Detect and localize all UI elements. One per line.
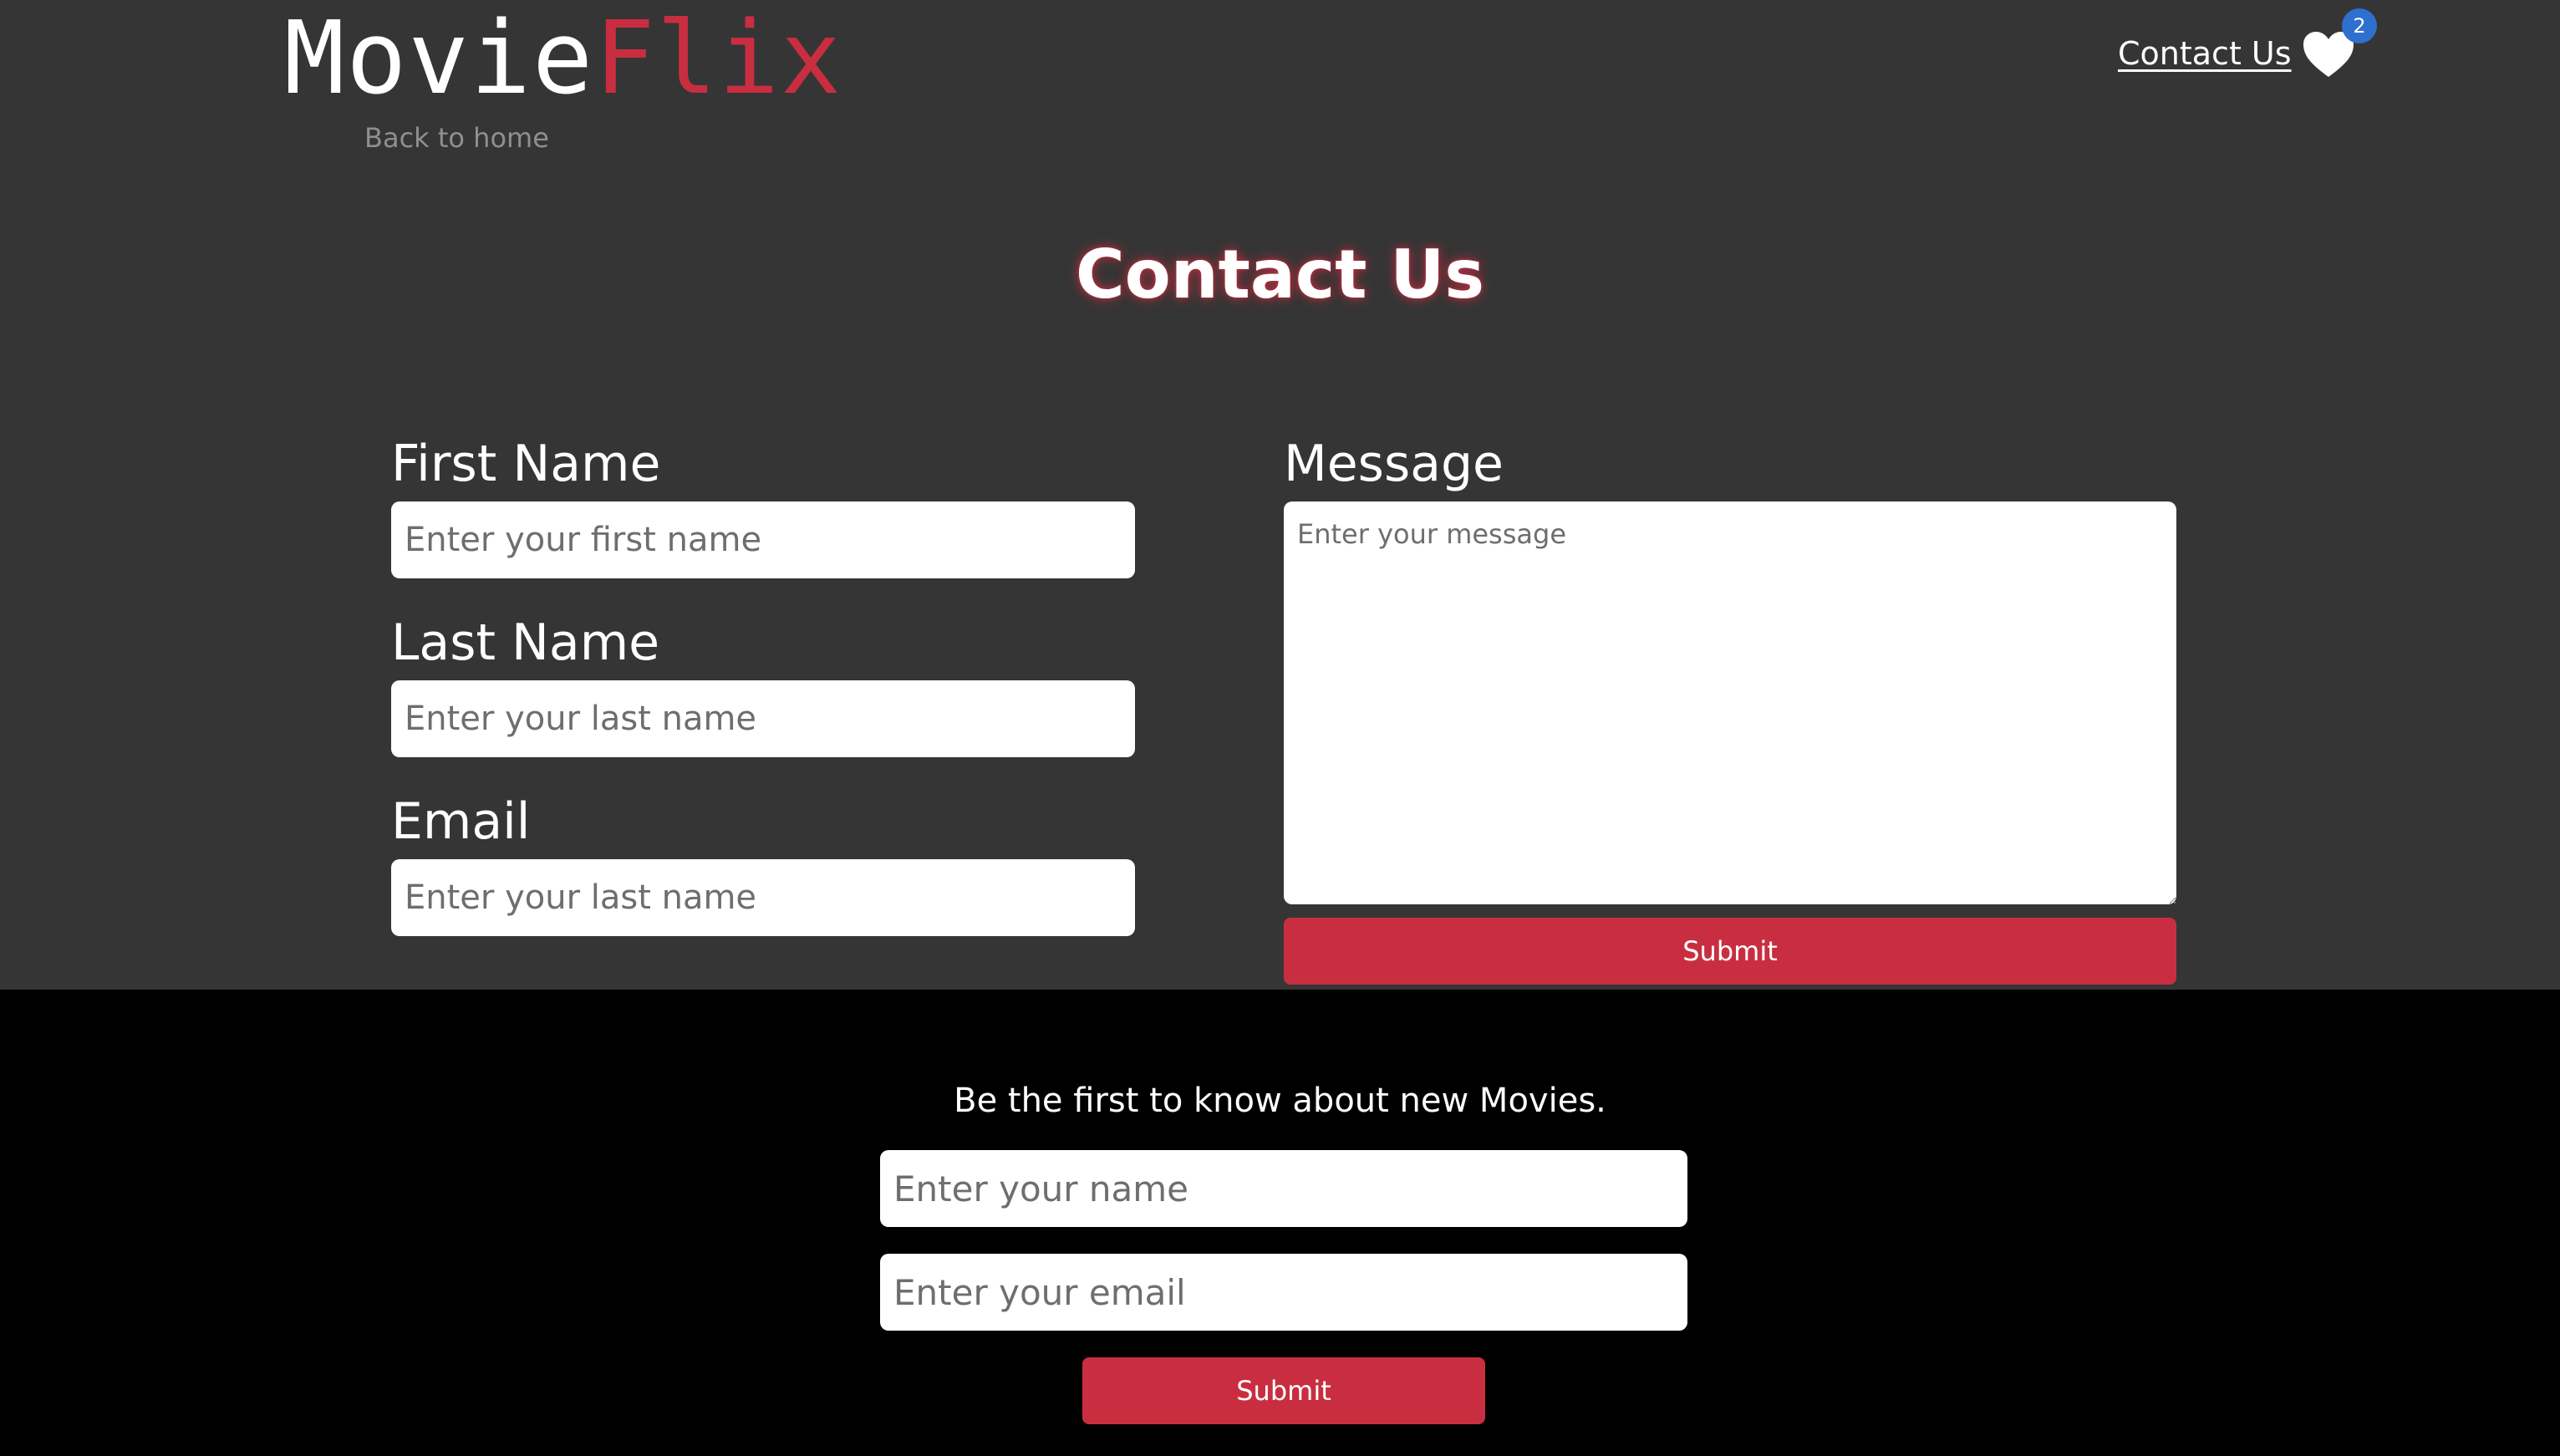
back-to-home-link[interactable]: Back to home [364,122,549,154]
logo-part-flix: Flix [594,1,843,117]
logo-part-movie: Movie [284,1,595,117]
favorites-count-badge: 2 [2342,8,2377,43]
message-label: Message [1284,435,1504,493]
first-name-input[interactable] [391,501,1135,578]
newsletter-email-input[interactable] [880,1254,1687,1331]
newsletter-title: Be the first to know about new Movies. [954,1082,1606,1120]
newsletter-submit-button[interactable]: Submit [1082,1357,1485,1424]
message-textarea[interactable] [1284,501,2176,904]
nav-contact-link[interactable]: Contact Us [2118,35,2292,72]
page-title: Contact Us [1076,236,1484,313]
first-name-label: First Name [391,435,661,493]
logo[interactable]: MovieFlix [284,5,842,114]
email-label: Email [391,792,531,851]
newsletter-footer: Be the first to know about new Movies. S… [0,990,2560,1456]
newsletter-name-input[interactable] [880,1150,1687,1227]
last-name-label: Last Name [391,613,660,672]
contact-submit-button[interactable]: Submit [1284,918,2176,985]
page: MovieFlix Back to home Contact Us 2 Cont… [0,0,2560,1456]
last-name-input[interactable] [391,680,1135,757]
email-input[interactable] [391,859,1135,936]
